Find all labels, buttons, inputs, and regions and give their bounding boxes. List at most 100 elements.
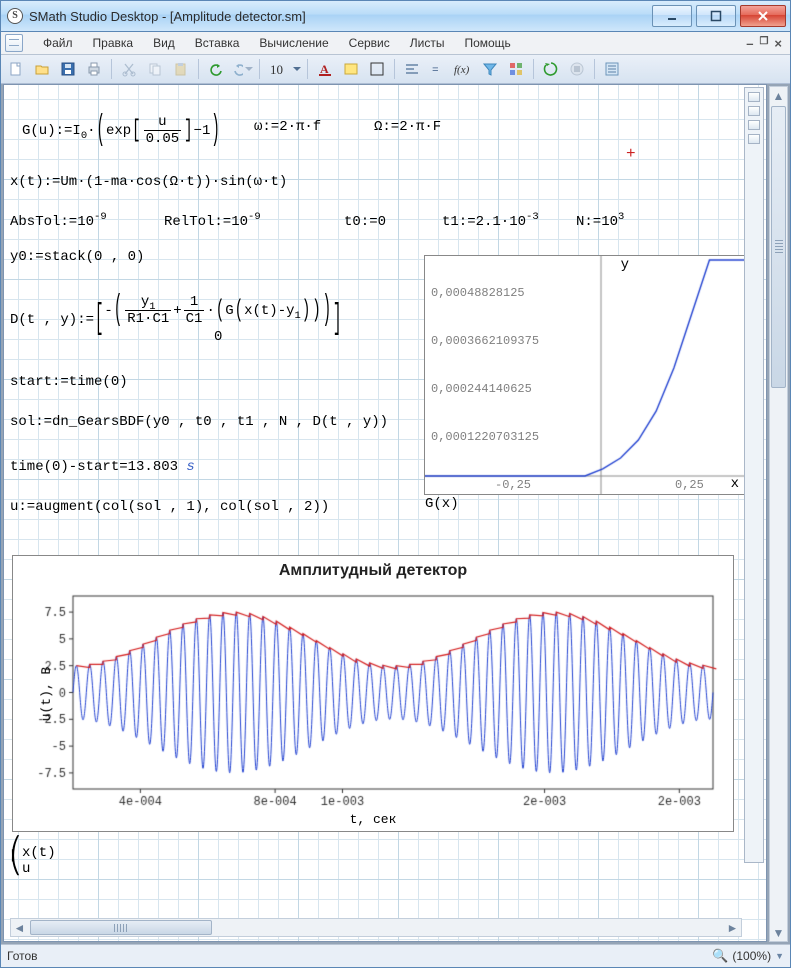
stop-icon[interactable] bbox=[566, 58, 588, 80]
undo-icon[interactable] bbox=[205, 58, 227, 80]
svg-text:f(x): f(x) bbox=[454, 64, 470, 76]
side-palette-item[interactable] bbox=[748, 120, 760, 130]
menu-help[interactable]: Помощь bbox=[454, 33, 520, 53]
mdi-restore-button[interactable]: ❐ bbox=[759, 37, 768, 50]
plot-amplitude[interactable]: Амплитудный детектор u(t), В t, сек bbox=[12, 555, 734, 832]
scroll-up-button[interactable]: ▲ bbox=[771, 87, 786, 104]
horizontal-scrollbar[interactable]: ◄ ► bbox=[10, 918, 742, 937]
side-palette[interactable] bbox=[744, 87, 764, 863]
scroll-down-button[interactable]: ▼ bbox=[771, 924, 786, 941]
side-palette-item[interactable] bbox=[748, 106, 760, 116]
app-icon: S bbox=[7, 8, 23, 24]
zoom-icon: 🔍 bbox=[712, 948, 728, 964]
eval-icon[interactable]: = bbox=[427, 58, 449, 80]
expr-AbsTol[interactable]: AbsTol:=10-9 bbox=[10, 215, 107, 229]
plot-Gx-xend: x bbox=[731, 476, 739, 492]
cursor-cross-icon: + bbox=[626, 145, 636, 163]
font-color-icon[interactable]: A bbox=[314, 58, 336, 80]
vertical-scrollbar[interactable]: ▲ ▼ bbox=[769, 86, 788, 942]
expr-G-def[interactable]: G(u):=I0·(exp[u0.05]−1) bbox=[22, 115, 221, 146]
menu-calculation[interactable]: Вычисление bbox=[249, 33, 338, 53]
expr-time0[interactable]: time(0)-start=13.803 s bbox=[10, 460, 195, 474]
expr-N[interactable]: N:=103 bbox=[576, 215, 624, 229]
open-file-icon[interactable] bbox=[31, 58, 53, 80]
minimize-button[interactable] bbox=[652, 5, 692, 27]
recalc-icon[interactable] bbox=[540, 58, 562, 80]
vscroll-thumb[interactable] bbox=[771, 106, 786, 388]
copy-icon[interactable] bbox=[144, 58, 166, 80]
scroll-left-button[interactable]: ◄ bbox=[11, 920, 28, 935]
svg-text:=: = bbox=[432, 65, 439, 77]
math-layer: G(u):=I0·(exp[u0.05]−1) ω:=2·π·f Ω:=2·π·… bbox=[4, 85, 766, 941]
menu-edit[interactable]: Правка bbox=[83, 33, 144, 53]
maximize-button[interactable] bbox=[696, 5, 736, 27]
expr-x-def[interactable]: x(t):=Um·(1-ma·cos(Ω·t))·sin(ω·t) bbox=[10, 175, 287, 189]
menu-file[interactable]: Файл bbox=[33, 33, 83, 53]
plot-amplitude-title: Амплитудный детектор bbox=[13, 562, 733, 580]
expr-t0[interactable]: t0:=0 bbox=[344, 215, 386, 229]
plot-Gx-ytick: 0,000244140625 bbox=[431, 382, 532, 396]
title-bar[interactable]: S SMath Studio Desktop - [Amplitude dete… bbox=[1, 1, 790, 32]
mdi-close-button[interactable]: × bbox=[774, 37, 782, 50]
chevron-down-icon[interactable]: ▼ bbox=[775, 951, 784, 961]
plot-Gx-xlabel: G(x) bbox=[425, 496, 459, 512]
mdi-window-controls: – ❐ × bbox=[746, 37, 786, 50]
toolbar: 10 A = f(x) bbox=[1, 55, 790, 84]
palette-icon[interactable] bbox=[505, 58, 527, 80]
status-text: Готов bbox=[7, 949, 38, 963]
side-palette-item[interactable] bbox=[748, 134, 760, 144]
print-icon[interactable] bbox=[83, 58, 105, 80]
expr-RelTol[interactable]: RelTol:=10-9 bbox=[164, 215, 261, 229]
menu-bar: Файл Правка Вид Вставка Вычисление Серви… bbox=[1, 32, 790, 55]
chevron-down-icon[interactable] bbox=[293, 67, 301, 75]
plot-Gx-ytick: 0,00048828125 bbox=[431, 286, 525, 300]
highlight-icon[interactable] bbox=[340, 58, 362, 80]
redo-dropdown-icon[interactable] bbox=[231, 58, 253, 80]
expr-D[interactable]: D(t , y):= [ -(y1R1·C1+1C1·(G(x(t)-y1)))… bbox=[10, 295, 342, 344]
menu-view[interactable]: Вид bbox=[143, 33, 185, 53]
plot-Gx-ytick: 0,0003662109375 bbox=[431, 334, 539, 348]
menu-service[interactable]: Сервис bbox=[339, 33, 400, 53]
align-icon[interactable] bbox=[401, 58, 423, 80]
expr-sol[interactable]: sol:=dn_GearsBDF(y0 , t0 , t1 , N , D(t … bbox=[10, 415, 388, 429]
side-palette-item[interactable] bbox=[748, 92, 760, 102]
plot-amplitude-ylabel: u(t), В bbox=[39, 666, 54, 721]
plot-Gx[interactable]: y G(x) x 0,00048828125 0,0003662109375 0… bbox=[424, 255, 746, 495]
plot-amplitude-canvas bbox=[13, 556, 733, 831]
plot-Gx-ytick: 0,0001220703125 bbox=[431, 430, 539, 444]
menu-sheets[interactable]: Листы bbox=[400, 33, 455, 53]
zoom-control[interactable]: 🔍 (100%) ▼ bbox=[712, 948, 784, 964]
filter-icon[interactable] bbox=[479, 58, 501, 80]
work-area: G(u):=I0·(exp[u0.05]−1) ω:=2·π·f Ω:=2·π·… bbox=[1, 84, 790, 944]
app-menu-icon[interactable] bbox=[5, 34, 23, 52]
fx-icon[interactable]: f(x) bbox=[453, 58, 475, 80]
app-window: S SMath Studio Desktop - [Amplitude dete… bbox=[0, 0, 791, 968]
menu-insert[interactable]: Вставка bbox=[185, 33, 250, 53]
border-icon[interactable] bbox=[366, 58, 388, 80]
save-icon[interactable] bbox=[57, 58, 79, 80]
scroll-right-button[interactable]: ► bbox=[724, 920, 741, 935]
close-button[interactable] bbox=[740, 5, 786, 27]
expr-y0[interactable]: y0:=stack(0 , 0) bbox=[10, 250, 144, 264]
expr-start[interactable]: start:=time(0) bbox=[10, 375, 128, 389]
options-icon[interactable] bbox=[601, 58, 623, 80]
new-file-icon[interactable] bbox=[5, 58, 27, 80]
expr-u[interactable]: u:=augment(col(sol , 1), col(sol , 2)) bbox=[10, 500, 329, 514]
font-size-field[interactable]: 10 bbox=[266, 63, 287, 76]
zoom-value: (100%) bbox=[732, 949, 771, 963]
expr-Omega[interactable]: Ω:=2·π·F bbox=[374, 120, 441, 134]
svg-text:A: A bbox=[320, 62, 329, 76]
window-buttons bbox=[652, 5, 786, 27]
plot-Gx-xtick: 0,25 bbox=[675, 478, 704, 492]
paste-icon[interactable] bbox=[170, 58, 192, 80]
cut-icon[interactable] bbox=[118, 58, 140, 80]
plot-Gx-ylabel: y bbox=[621, 258, 629, 272]
hscroll-thumb[interactable] bbox=[30, 920, 212, 935]
status-bar: Готов 🔍 (100%) ▼ bbox=[1, 944, 790, 967]
plot-Gx-xtick: -0,25 bbox=[495, 478, 531, 492]
window-title: SMath Studio Desktop - [Amplitude detect… bbox=[29, 9, 652, 24]
expr-t1[interactable]: t1:=2.1·10-3 bbox=[442, 215, 539, 229]
expr-omega[interactable]: ω:=2·π·f bbox=[254, 120, 321, 134]
document-canvas[interactable]: G(u):=I0·(exp[u0.05]−1) ω:=2·π·f Ω:=2·π·… bbox=[3, 84, 767, 942]
mdi-minimize-button[interactable]: – bbox=[746, 37, 753, 50]
